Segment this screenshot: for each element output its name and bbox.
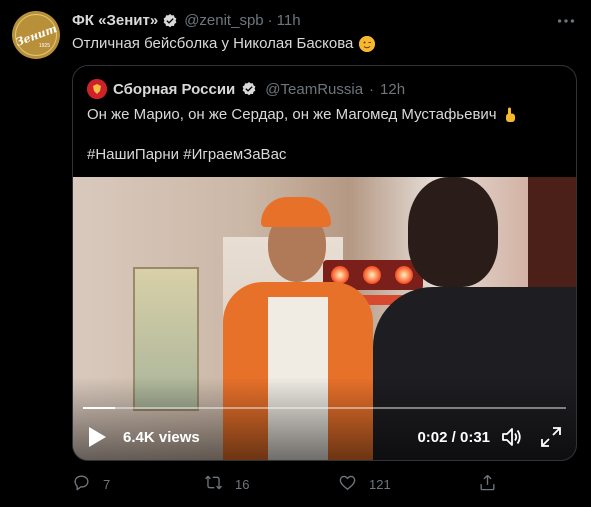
- avatar-logo: Зенит: [13, 14, 59, 56]
- video-person-right-head: [408, 177, 498, 287]
- video-person-left-cap: [261, 197, 331, 227]
- reply-count: 7: [103, 476, 111, 492]
- quoted-tweet[interactable]: Сборная России @TeamRussia · 12h Он же М…: [72, 65, 577, 461]
- quoted-author-handle[interactable]: @TeamRussia: [265, 81, 363, 98]
- wink-emoji-icon: [359, 35, 376, 52]
- quoted-avatar[interactable]: [87, 79, 107, 99]
- like-icon[interactable]: [338, 473, 357, 495]
- avatar-logo-text: Зенит: [13, 21, 59, 49]
- reply-action[interactable]: 7: [72, 473, 110, 495]
- quoted-tweet-time[interactable]: 12h: [380, 81, 405, 98]
- video-time: 0:02 / 0:31: [417, 429, 490, 446]
- play-icon[interactable]: [87, 426, 107, 448]
- reply-icon[interactable]: [72, 473, 91, 495]
- quoted-author-name[interactable]: Сборная России: [113, 81, 235, 98]
- video-progress-fill: [83, 407, 115, 409]
- volume-icon[interactable]: [500, 426, 524, 448]
- quoted-tweet-header: Сборная России @TeamRussia · 12h: [87, 79, 405, 99]
- tweet-time[interactable]: 11h: [277, 12, 301, 29]
- author-name[interactable]: ФК «Зенит»: [72, 12, 158, 29]
- more-icon[interactable]: [555, 10, 577, 32]
- retweet-action[interactable]: 16: [204, 473, 249, 495]
- video-progress-bar[interactable]: [83, 407, 566, 409]
- video-player[interactable]: 6.4K views 0:02 / 0:31: [73, 177, 576, 460]
- separator-dot: ·: [267, 12, 273, 29]
- quoted-tweet-hashtags[interactable]: #НашиПарни #ИграемЗаВас: [87, 146, 286, 163]
- tweet-header: ФК «Зенит» @zenit_spb · 11h: [72, 12, 301, 29]
- video-controls-shade: [73, 377, 576, 460]
- tweet-text-content: Отличная бейсболка у Николая Баскова: [72, 35, 354, 52]
- retweet-icon[interactable]: [204, 473, 223, 495]
- retweet-count: 16: [235, 476, 250, 492]
- avatar[interactable]: Зенит 1925: [12, 11, 60, 59]
- video-views: 6.4K views: [123, 429, 200, 446]
- quoted-tweet-text: Он же Марио, он же Сердар, он же Магомед…: [87, 106, 517, 123]
- pointing-up-emoji-icon: [503, 107, 517, 123]
- like-count: 121: [369, 476, 391, 492]
- quoted-tweet-text-content: Он же Марио, он же Сердар, он же Магомед…: [87, 106, 497, 123]
- avatar-logo-year: 1925: [38, 43, 50, 49]
- fullscreen-icon[interactable]: [540, 426, 562, 448]
- tweet-actions: 7 16 121: [72, 473, 577, 497]
- share-action[interactable]: [478, 473, 497, 495]
- like-action[interactable]: 121: [338, 473, 391, 495]
- verified-icon: [162, 13, 178, 29]
- verified-icon: [241, 81, 257, 97]
- separator-dot: ·: [369, 80, 375, 98]
- share-icon[interactable]: [478, 473, 497, 495]
- author-handle[interactable]: @zenit_spb: [184, 12, 263, 29]
- tweet-text: Отличная бейсболка у Николая Баскова: [72, 35, 376, 52]
